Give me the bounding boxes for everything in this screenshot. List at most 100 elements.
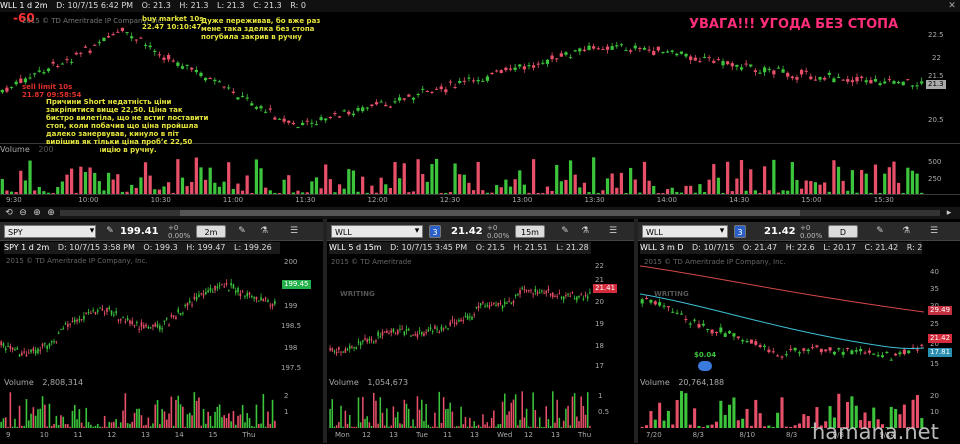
top-candle [508, 68, 513, 70]
period-button[interactable]: D [828, 225, 858, 238]
spy-vol-bar [119, 422, 122, 428]
time-tick: 14:00 [656, 196, 677, 204]
spy-vol-bar [207, 411, 209, 428]
wll15-candle [458, 319, 460, 322]
settings-icon[interactable]: ☰ [607, 225, 619, 237]
header-symbol[interactable]: WLL 1 d 2m [0, 1, 48, 10]
wll15-vol-bar [545, 406, 548, 428]
symbol-input[interactable]: WLL [642, 225, 728, 238]
spy-candle [25, 354, 28, 357]
top-candle [619, 44, 624, 46]
wll15-vol-bar [497, 424, 499, 428]
dropdown-icon[interactable]: ▾ [718, 225, 726, 237]
wll15-vol-bar [344, 410, 347, 428]
spy-candle [2, 343, 5, 347]
wll15-candle [383, 331, 386, 333]
wll15-price-chart[interactable] [329, 254, 591, 372]
spy-candle [126, 318, 129, 321]
wll15-vol-bar [366, 416, 368, 428]
wlld-candle [889, 359, 893, 361]
last-price: 21.42 [764, 226, 796, 237]
spy-vol-bar [4, 417, 7, 428]
wlld-candle [859, 348, 863, 352]
top-candle [762, 67, 767, 73]
scrollbar-thumb[interactable] [180, 210, 800, 216]
wll15-vol-bar [519, 419, 521, 428]
wll15-candle [368, 338, 371, 341]
settings-icon[interactable]: ☰ [288, 225, 300, 237]
link-icon[interactable]: ✎ [104, 225, 116, 237]
wll15-vol-bar [565, 408, 567, 428]
top-candle [555, 58, 559, 60]
studies-icon[interactable]: ⚗ [258, 225, 270, 237]
pan-icon[interactable]: ⊕ [46, 207, 56, 219]
price-tag: 29.49 [928, 306, 953, 315]
zoom-out-icon[interactable]: ⊖ [18, 207, 28, 219]
top-vol-bar [823, 182, 827, 194]
wlld-vol-bar [758, 413, 762, 428]
top-vol-bar [19, 170, 23, 194]
link-badge[interactable]: 3 [734, 225, 746, 238]
spy-price-chart[interactable] [0, 254, 276, 372]
settings-icon[interactable]: ☰ [928, 225, 940, 237]
wll15-candle [348, 345, 351, 349]
period-button[interactable]: 15m [515, 225, 545, 238]
wll15-vol-bar [440, 423, 443, 428]
spy-candle [253, 296, 255, 299]
wlld-price-chart[interactable] [640, 254, 924, 372]
wll15-candle [479, 303, 482, 306]
top-candle [448, 81, 453, 83]
spy-candle [117, 319, 120, 321]
symbol-input[interactable]: WLL [331, 225, 423, 238]
spy-candle [14, 349, 16, 351]
link-badge[interactable]: 3 [429, 225, 441, 238]
top-candle [23, 78, 28, 83]
symbol-input[interactable]: SPY [4, 225, 96, 238]
drawings-icon[interactable]: ✎ [559, 225, 571, 237]
wlld-vol-bar [732, 397, 736, 428]
wlld-vol-bar [653, 419, 657, 428]
wll15-candle [403, 331, 406, 336]
buy-note: buy market 10s 22.47 10:10:47 [142, 15, 203, 31]
top-candle [296, 127, 300, 129]
time-tick: 12:30 [439, 196, 461, 204]
spy-vol-bar [223, 415, 226, 428]
spy-candle [87, 312, 90, 314]
dropdown-icon[interactable]: ▾ [413, 225, 421, 237]
wll15-vol-bar [469, 417, 471, 428]
dropdown-icon[interactable]: ▾ [88, 225, 96, 237]
top-vol-bar [739, 160, 744, 194]
top-candle [190, 67, 194, 70]
wll15-vol-bar [394, 417, 397, 428]
spy-vol-bar [108, 421, 111, 428]
spy-candle [21, 352, 23, 356]
top-vol-bar [148, 175, 152, 194]
top-candle [287, 120, 291, 123]
wll15-candle [386, 330, 388, 334]
drawings-icon[interactable]: ✎ [236, 225, 248, 237]
wll15-candle [410, 335, 412, 337]
wll15-time-tick: 13 [551, 431, 560, 439]
price-tag: 21.42 [928, 334, 953, 343]
zoom-in-icon[interactable]: ⊕ [32, 207, 42, 219]
spy-vol-bar [126, 423, 129, 428]
wll15-vol-bar [392, 406, 395, 428]
spy-candle [152, 324, 154, 327]
period-button[interactable]: 2m [196, 225, 226, 238]
top-candle [416, 94, 420, 96]
close-icon[interactable]: ✕ [946, 0, 958, 12]
scroll-right-icon[interactable]: ▸ [944, 207, 954, 219]
studies-icon[interactable]: ⚗ [579, 225, 591, 237]
wlld-vol-bar [671, 424, 675, 428]
dividend-icon[interactable] [698, 361, 712, 371]
spy-vol-bar [198, 397, 200, 428]
studies-icon[interactable]: ⚗ [900, 225, 912, 237]
top-vol-bar [508, 186, 513, 194]
header-symbol: WLL 5 d 15m [329, 243, 382, 252]
drawings-icon[interactable]: ✎ [874, 225, 886, 237]
top-candle [753, 70, 757, 72]
top-vol-bar [213, 182, 217, 194]
wlld-vol-bar [679, 391, 684, 428]
reset-zoom-icon[interactable]: ⟲ [4, 207, 14, 219]
wll15-time-tick: Thu [578, 431, 592, 439]
